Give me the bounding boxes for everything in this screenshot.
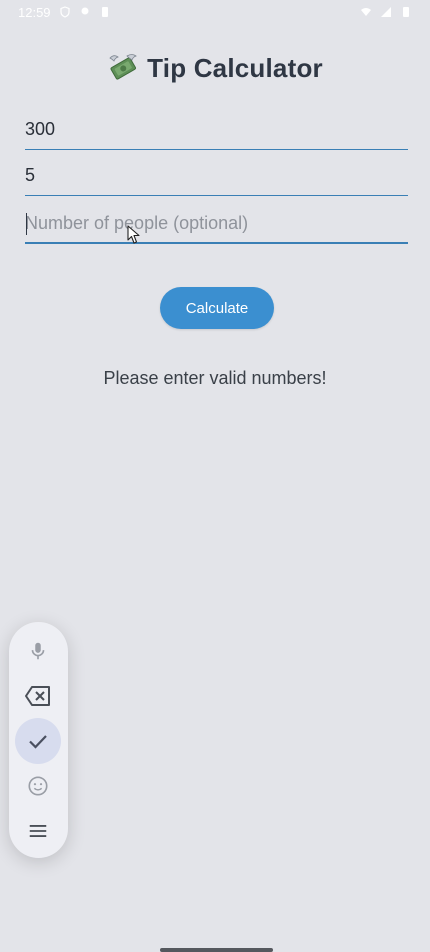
text-caret <box>26 213 27 235</box>
people-field[interactable] <box>25 208 408 244</box>
emoji-icon <box>28 776 48 796</box>
tip-percent-field[interactable] <box>25 160 408 196</box>
menu-icon <box>29 825 47 837</box>
sim-card-icon <box>101 7 108 17</box>
wifi-icon <box>361 8 371 16</box>
location-icon <box>81 7 89 15</box>
microphone-button[interactable] <box>15 628 61 674</box>
money-with-wings-icon <box>109 54 138 80</box>
status-bar: 12:59 <box>0 0 430 24</box>
status-left: 12:59 <box>18 5 111 20</box>
home-indicator[interactable] <box>160 948 273 952</box>
mouse-pointer-icon <box>127 225 140 244</box>
status-time: 12:59 <box>18 4 51 20</box>
menu-button[interactable] <box>15 808 61 854</box>
done-button[interactable] <box>15 718 61 764</box>
bill-amount-field[interactable] <box>25 114 408 150</box>
microphone-icon <box>31 642 45 660</box>
bill-amount-input[interactable] <box>25 114 408 149</box>
tip-percent-input[interactable] <box>25 160 408 195</box>
app-header: Tip Calculator <box>0 52 430 84</box>
backspace-icon <box>25 686 50 706</box>
status-right <box>360 6 412 18</box>
people-input[interactable] <box>25 208 408 242</box>
check-icon <box>29 735 47 749</box>
battery-icon <box>403 7 409 17</box>
app-screen: 12:59 Tip Calculator 300 5 Number of peo… <box>0 0 430 952</box>
backspace-button[interactable] <box>15 673 61 719</box>
result-message: Please enter valid numbers! <box>103 368 327 388</box>
keyboard-floating-toolbar <box>9 622 68 858</box>
app-title: Tip Calculator <box>147 52 323 83</box>
emoji-button[interactable] <box>15 763 61 809</box>
signal-icon <box>381 7 391 17</box>
calculate-button[interactable]: Calculate <box>160 287 274 329</box>
shield-icon <box>59 6 70 18</box>
